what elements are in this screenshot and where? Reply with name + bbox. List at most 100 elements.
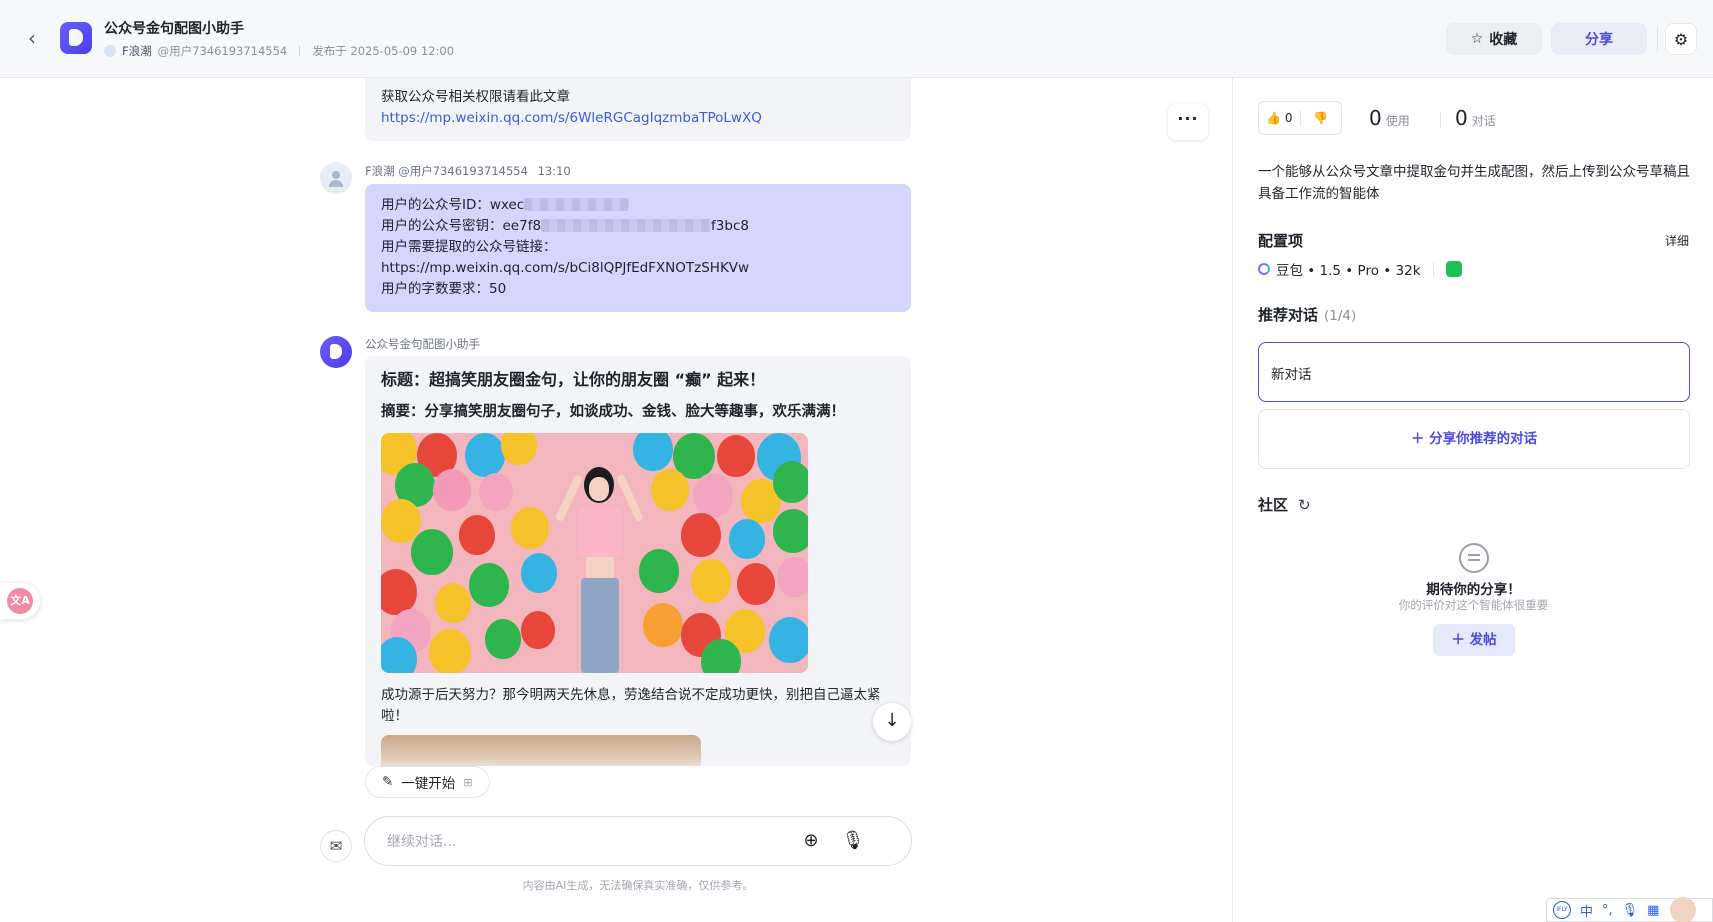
generated-image[interactable] bbox=[381, 433, 808, 673]
message-line: 用户的公众号密钥：ee7f8 f3bc8 bbox=[381, 216, 895, 237]
article-link[interactable]: https://mp.weixin.qq.com/s/6WleRGCagIqzm… bbox=[381, 108, 895, 129]
quick-start-label: 一键开始 bbox=[401, 776, 456, 792]
chat-stat: 0 对话 bbox=[1455, 106, 1496, 130]
post-label: 发帖 bbox=[1469, 632, 1497, 648]
chat-label: 对话 bbox=[1471, 114, 1496, 128]
usage-label: 使用 bbox=[1385, 114, 1410, 128]
author-name[interactable]: F浪潮 bbox=[122, 43, 152, 59]
scroll-down-button[interactable]: ↓ bbox=[873, 703, 911, 741]
user-name: F浪潮 bbox=[365, 164, 395, 178]
message-text: 用户的公众号密钥：ee7f8 bbox=[381, 218, 542, 234]
article-title: 标题：超搞笑朋友圈金句，让你的朋友圈 “癫” 起来！ bbox=[381, 370, 766, 389]
plus-icon: ＋ bbox=[1451, 632, 1465, 648]
page-title: 公众号金句配图小助手 bbox=[104, 21, 244, 37]
message-text: 获取公众号相关权限请看此文章 bbox=[381, 89, 570, 105]
top-header: ‹ 公众号金句配图小助手 F浪潮 @用户7346193714554 发布于 20… bbox=[0, 0, 1713, 78]
quick-start-button[interactable]: ✎ 一键开始 ⊞ bbox=[365, 766, 490, 798]
divider bbox=[299, 46, 301, 56]
recommended-item[interactable]: 新对话 bbox=[1258, 342, 1690, 402]
share-recommend-label: 分享你推荐的对话 bbox=[1429, 431, 1538, 447]
avatar[interactable] bbox=[1670, 897, 1697, 922]
user-handle: @用户7346193714554 bbox=[398, 164, 528, 178]
article-summary: 摘要：分享搞笑朋友圈句子，如谈成功、金钱、脸大等趣事，欢乐满满！ bbox=[381, 404, 845, 420]
bot-name: 公众号金句配图小助手 bbox=[365, 337, 480, 351]
info-panel: 👍 0 👎 0 使用 0 对话 一个能够从公众号文章中提取金句并生成配图，然后上… bbox=[1232, 78, 1713, 922]
ifly-logo-icon[interactable]: iFLY bbox=[1553, 901, 1571, 919]
author-handle: @用户7346193714554 bbox=[157, 44, 288, 58]
grid-icon: ⊞ bbox=[463, 775, 473, 789]
divider bbox=[1440, 112, 1441, 128]
grid-icon[interactable]: ▦ bbox=[1647, 903, 1659, 918]
model-name: 豆包 • 1.5 • Pro • 32k bbox=[1276, 263, 1421, 279]
dislike-button[interactable]: 👎 bbox=[1301, 111, 1342, 125]
favorite-label: 收藏 bbox=[1489, 32, 1518, 48]
plugin-icon[interactable] bbox=[1445, 261, 1462, 277]
message-text: f3bc8 bbox=[711, 218, 749, 234]
message-line: 用户的公众号ID：wxec bbox=[381, 195, 895, 216]
community-title-text: 社区 bbox=[1258, 496, 1289, 514]
chat-input-box: ⊕ 🎙 bbox=[364, 816, 912, 866]
article-paragraph: 成功源于后天努力？那今明两天先休息，劳逸结合说不定成功更快，别把自己逼太紧啦！ bbox=[381, 687, 881, 724]
thumbs-down-icon: 👎 bbox=[1313, 111, 1329, 125]
star-icon: ☆ bbox=[1470, 31, 1484, 47]
bot-meta: F浪潮 @用户7346193714554 发布于 2025-05-09 12:0… bbox=[104, 43, 454, 59]
recommended-title: 推荐对话 (1/4) bbox=[1258, 304, 1356, 325]
message-line: 用户的字数要求：50 bbox=[381, 281, 507, 297]
share-label: 分享 bbox=[1585, 32, 1613, 48]
publish-date: 发布于 2025-05-09 12:00 bbox=[312, 44, 455, 58]
divider bbox=[1432, 262, 1434, 276]
comment-icon bbox=[1459, 543, 1489, 573]
share-recommend-button[interactable]: ＋ 分享你推荐的对话 bbox=[1258, 409, 1690, 469]
chat-area: 获取公众号相关权限请看此文章 https://mp.weixin.qq.com/… bbox=[0, 78, 1232, 922]
chat-input[interactable] bbox=[387, 831, 807, 853]
detail-link[interactable]: 详细 bbox=[1665, 232, 1689, 249]
microphone-icon[interactable]: 🎙 bbox=[1622, 903, 1639, 918]
prev-message-bubble: 获取公众号相关权限请看此文章 https://mp.weixin.qq.com/… bbox=[365, 78, 911, 141]
ime-lang[interactable]: 中 bbox=[1580, 901, 1593, 920]
message-text: 用户的公众号ID：wxec bbox=[381, 197, 525, 213]
microphone-icon[interactable]: 🎙 bbox=[841, 830, 865, 854]
refresh-icon[interactable]: ↻ bbox=[1298, 496, 1311, 514]
user-icon bbox=[104, 45, 116, 57]
empty-subtitle: 你的评价对这个智能体很重要 bbox=[1398, 598, 1549, 612]
ime-toolbar: iFLY 中 °, 🎙 ▦ bbox=[1546, 897, 1713, 922]
user-message-meta: F浪潮 @用户7346193714554 13:10 bbox=[365, 163, 571, 179]
bot-message-bubble: 标题：超搞笑朋友圈金句，让你的朋友圈 “癫” 起来！ 摘要：分享搞笑朋友圈句子，… bbox=[365, 356, 911, 766]
message-time: 13:10 bbox=[537, 164, 571, 178]
new-topic-button[interactable]: ✉ bbox=[320, 830, 352, 862]
bot-description: 一个能够从公众号文章中提取金句并生成配图，然后上传到公众号草稿且具备工作流的智能… bbox=[1258, 164, 1690, 202]
settings-button[interactable]: ⚙ bbox=[1665, 23, 1697, 55]
vote-box: 👍 0 👎 bbox=[1258, 101, 1342, 135]
message-line: 用户需要提取的公众号链接： bbox=[381, 239, 557, 255]
post-button[interactable]: ＋ 发帖 bbox=[1433, 624, 1515, 656]
translate-button[interactable]: 文A bbox=[0, 583, 40, 619]
favorite-button[interactable]: ☆ 收藏 bbox=[1446, 23, 1542, 55]
usage-stat: 0 使用 bbox=[1369, 106, 1410, 130]
doubao-logo-icon bbox=[1258, 263, 1270, 275]
magic-wand-icon: ✎ bbox=[382, 774, 394, 790]
translate-icon: 文A bbox=[7, 588, 33, 614]
config-title: 配置项 bbox=[1258, 232, 1304, 250]
punctuation-icon[interactable]: °, bbox=[1602, 903, 1613, 918]
bot-avatar bbox=[60, 22, 92, 54]
model-row: 豆包 • 1.5 • Pro • 32k bbox=[1258, 259, 1462, 279]
masked-text bbox=[524, 198, 630, 211]
divider bbox=[1657, 27, 1658, 51]
empty-title: 期待你的分享！ bbox=[1426, 582, 1521, 598]
like-button[interactable]: 👍 0 bbox=[1259, 111, 1300, 125]
usage-count: 0 bbox=[1369, 106, 1382, 130]
plus-icon: ＋ bbox=[1410, 431, 1425, 447]
more-options-button[interactable]: ··· bbox=[1168, 104, 1208, 140]
add-circle-icon[interactable]: ⊕ bbox=[799, 830, 823, 854]
recommended-item-label: 新对话 bbox=[1271, 367, 1312, 383]
recommended-count: (1/4) bbox=[1324, 308, 1357, 324]
chevron-left-icon[interactable]: ‹ bbox=[22, 28, 42, 48]
like-count: 0 bbox=[1284, 111, 1293, 125]
share-button[interactable]: 分享 bbox=[1551, 23, 1647, 55]
community-title: 社区 ↻ bbox=[1258, 494, 1311, 515]
ai-disclaimer: 内容由AI生成，无法确保真实准确，仅供参考。 bbox=[522, 879, 754, 892]
arrow-down-icon: ↓ bbox=[884, 710, 900, 731]
gear-icon: ⚙ bbox=[1673, 29, 1689, 49]
chat-plus-icon: ✉ bbox=[329, 837, 343, 855]
message-line: https://mp.weixin.qq.com/s/bCi8lQPJfEdFX… bbox=[381, 260, 750, 276]
